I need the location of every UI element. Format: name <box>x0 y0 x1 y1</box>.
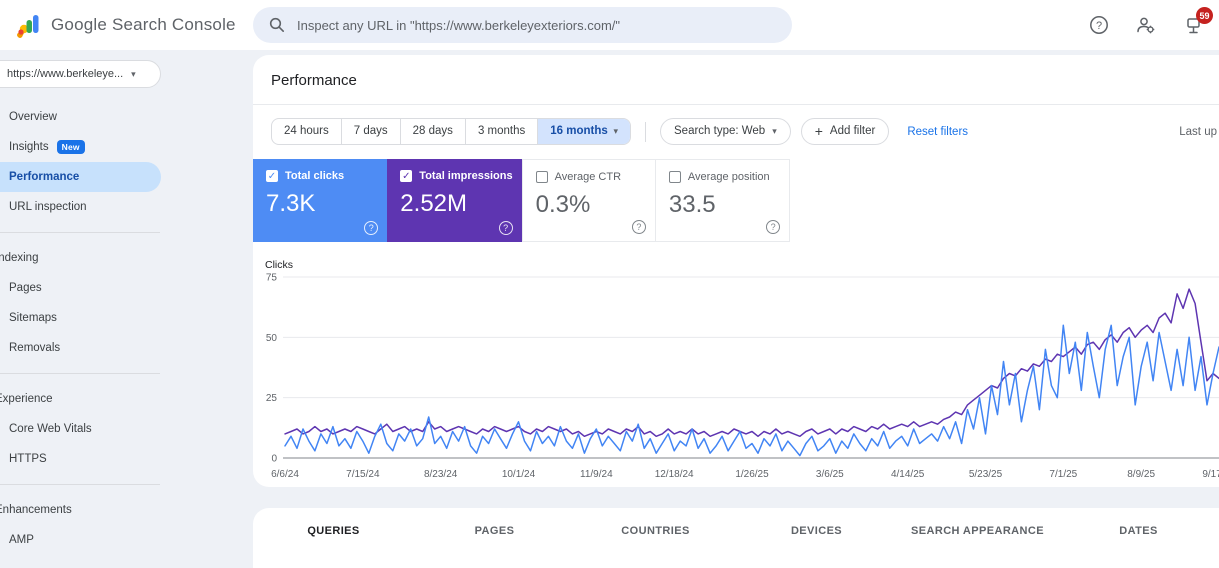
sidebar-item-overview[interactable]: Overview <box>0 102 170 132</box>
tab-search-appearance[interactable]: SEARCH APPEARANCE <box>897 525 1058 537</box>
svg-text:4/14/25: 4/14/25 <box>891 469 925 480</box>
new-badge: New <box>57 140 85 154</box>
user-settings-button[interactable] <box>1130 9 1162 41</box>
date-range-28-days[interactable]: 28 days <box>400 119 465 144</box>
divider <box>253 104 1219 105</box>
tab-countries[interactable]: COUNTRIES <box>575 525 736 537</box>
chevron-down-icon: ▾ <box>131 69 136 80</box>
filter-toolbar: 24 hours 7 days 28 days 3 months 16 mont… <box>271 118 1217 145</box>
date-range-3-months[interactable]: 3 months <box>465 119 537 144</box>
notification-count-badge: 59 <box>1196 7 1213 24</box>
svg-text:7/15/24: 7/15/24 <box>346 469 380 480</box>
help-icon: ? <box>1089 15 1109 35</box>
date-range-segmented-control: 24 hours 7 days 28 days 3 months 16 mont… <box>271 118 631 145</box>
app-logo: Google Search Console <box>14 11 236 39</box>
performance-panel: Performance 24 hours 7 days 28 days 3 mo… <box>253 55 1219 487</box>
metric-value: 7.3K <box>266 190 387 218</box>
sidebar-section-enhancements: Enhancements <box>0 495 170 525</box>
y-axis-title: Clicks <box>265 259 1219 271</box>
help-icon[interactable]: ? <box>632 220 646 234</box>
date-range-7-days[interactable]: 7 days <box>341 119 400 144</box>
sidebar-item-core-web-vitals[interactable]: Core Web Vitals <box>0 414 170 444</box>
chevron-down-icon: ▾ <box>772 119 777 144</box>
tab-pages[interactable]: PAGES <box>414 525 575 537</box>
divider <box>0 373 160 374</box>
svg-text:50: 50 <box>266 333 278 344</box>
svg-text:11/9/24: 11/9/24 <box>580 469 613 480</box>
svg-text:7/1/25: 7/1/25 <box>1049 469 1077 480</box>
svg-text:5/23/25: 5/23/25 <box>969 469 1003 480</box>
sidebar-item-sitemaps[interactable]: Sitemaps <box>0 303 170 333</box>
reset-filters-link[interactable]: Reset filters <box>907 126 968 138</box>
divider <box>0 232 160 233</box>
dimensions-table-card: QUERIES PAGES COUNTRIES DEVICES SEARCH A… <box>253 508 1219 568</box>
divider <box>645 122 646 142</box>
dimension-tabs: QUERIES PAGES COUNTRIES DEVICES SEARCH A… <box>253 508 1219 537</box>
user-settings-icon <box>1135 14 1157 36</box>
tab-dates[interactable]: DATES <box>1058 525 1219 537</box>
app-title: Google Search Console <box>51 15 236 35</box>
metric-tile-total-impressions[interactable]: ✓ Total impressions 2.52M ? <box>387 159 521 242</box>
search-console-logo-icon <box>14 11 42 39</box>
sidebar-item-pages[interactable]: Pages <box>0 273 170 303</box>
metric-value: 33.5 <box>669 191 789 219</box>
metric-tile-average-position[interactable]: Average position 33.5 ? <box>656 159 790 242</box>
checkbox-unchecked-icon[interactable] <box>536 171 548 183</box>
sidebar-item-removals[interactable]: Removals <box>0 333 170 363</box>
checkbox-unchecked-icon[interactable] <box>669 171 681 183</box>
metric-tile-total-clicks[interactable]: ✓ Total clicks 7.3K ? <box>253 159 387 242</box>
chevron-down-icon: ▾ <box>611 126 618 136</box>
metric-value: 2.52M <box>400 190 521 218</box>
svg-text:9/17/25: 9/17/25 <box>1202 469 1219 480</box>
sidebar-item-performance[interactable]: Performance <box>0 162 161 192</box>
tab-queries[interactable]: QUERIES <box>253 525 414 537</box>
page-title: Performance <box>271 72 1219 89</box>
last-updated-text: Last up <box>1179 126 1217 138</box>
tab-devices[interactable]: DEVICES <box>736 525 897 537</box>
date-range-16-months[interactable]: 16 months ▾ <box>537 119 630 144</box>
svg-text:8/23/24: 8/23/24 <box>424 469 458 480</box>
metric-tile-average-ctr[interactable]: Average CTR 0.3% ? <box>522 159 656 242</box>
top-app-bar: Google Search Console ? <box>0 0 1219 50</box>
svg-text:75: 75 <box>266 273 278 284</box>
svg-text:8/9/25: 8/9/25 <box>1127 469 1155 480</box>
checkbox-checked-icon[interactable]: ✓ <box>266 170 278 182</box>
plus-icon: + <box>815 119 823 144</box>
sidebar: https://www.berkeleye... ▾ Overview Insi… <box>0 50 253 535</box>
help-icon[interactable]: ? <box>766 220 780 234</box>
sidebar-item-amp[interactable]: AMP <box>0 525 170 555</box>
checkbox-checked-icon[interactable]: ✓ <box>400 170 412 182</box>
sidebar-item-url-inspection[interactable]: URL inspection <box>0 192 170 222</box>
sidebar-item-https[interactable]: HTTPS <box>0 444 170 474</box>
divider <box>0 484 160 485</box>
url-inspect-search-bar[interactable] <box>253 7 792 43</box>
date-range-24-hours[interactable]: 24 hours <box>272 119 341 144</box>
svg-text:1/26/25: 1/26/25 <box>735 469 769 480</box>
svg-text:0: 0 <box>271 454 277 465</box>
svg-text:25: 25 <box>266 393 278 404</box>
search-type-dropdown[interactable]: Search type: Web ▾ <box>660 118 791 145</box>
clicks-impressions-line-chart[interactable]: 75 50 25 0 6/6/24 7/15/24 8/23/24 10/1/24 11/9/2… <box>253 273 1219 485</box>
svg-text:10/1/24: 10/1/24 <box>502 469 536 480</box>
metric-tiles: ✓ Total clicks 7.3K ? ✓ Total impression… <box>253 159 1219 242</box>
svg-text:12/18/24: 12/18/24 <box>655 469 694 480</box>
metric-value: 0.3% <box>536 191 655 219</box>
help-icon[interactable]: ? <box>499 221 513 235</box>
svg-text:?: ? <box>1096 20 1102 32</box>
search-icon <box>269 17 285 33</box>
svg-text:3/6/25: 3/6/25 <box>816 469 844 480</box>
add-filter-button[interactable]: + Add filter <box>801 118 890 145</box>
announcements-button[interactable]: 59 <box>1177 9 1209 41</box>
svg-text:6/6/24: 6/6/24 <box>271 469 299 480</box>
property-selector[interactable]: https://www.berkeleye... ▾ <box>0 60 161 88</box>
sidebar-item-insights[interactable]: Insights New <box>0 132 170 162</box>
performance-chart: Clicks 75 50 25 0 6/6/24 7/15/24 8/23/24 10/1/2… <box>253 259 1219 485</box>
help-icon[interactable]: ? <box>364 221 378 235</box>
sidebar-section-experience: Experience <box>0 384 170 414</box>
url-inspect-input[interactable] <box>297 18 776 33</box>
help-button[interactable]: ? <box>1083 9 1115 41</box>
sidebar-section-indexing: Indexing <box>0 243 170 273</box>
property-selector-label: https://www.berkeleye... <box>7 68 123 80</box>
